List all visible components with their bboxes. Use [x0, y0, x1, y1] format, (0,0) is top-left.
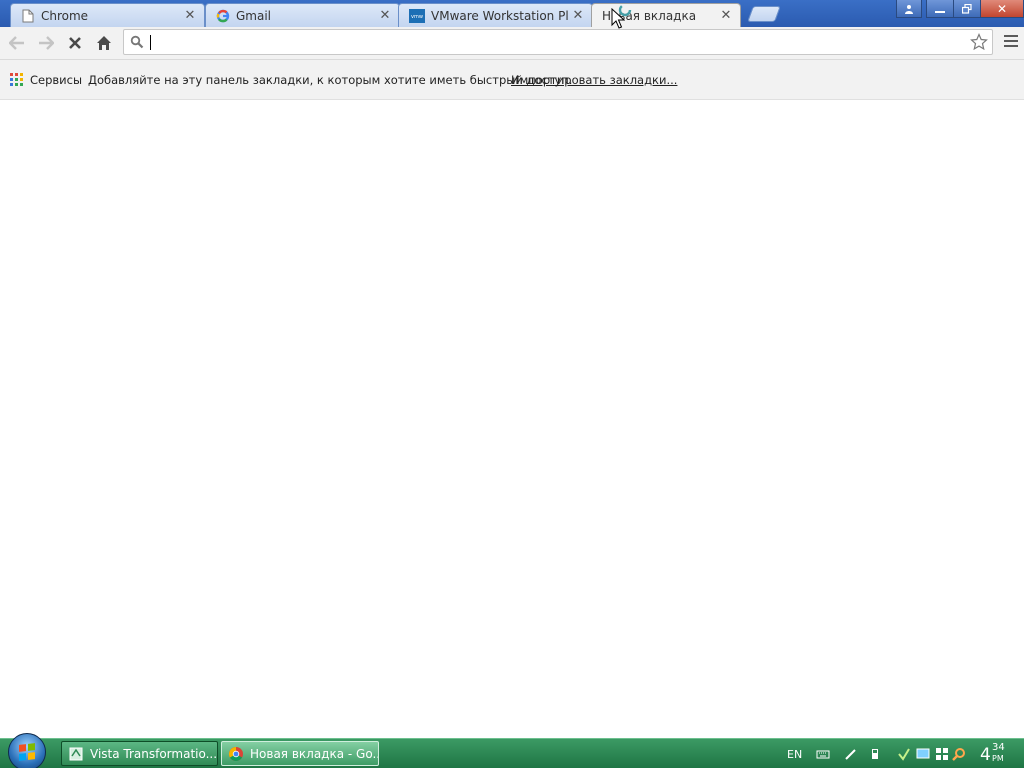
clock-hour: 4: [980, 745, 991, 765]
window-close-button[interactable]: ✕: [980, 0, 1024, 18]
screen: Chrome ✕ Gmail ✕ vmw VMware Workstation …: [0, 0, 1024, 768]
new-tab-button[interactable]: [747, 6, 781, 22]
search-icon: [130, 35, 144, 49]
bookmarks-bar: Сервисы Добавляйте на эту панель закладк…: [0, 60, 1024, 100]
page-icon: [21, 9, 35, 23]
taskbar-item-label: Vista Transformatio...: [90, 746, 218, 761]
tab-strip: Chrome ✕ Gmail ✕ vmw VMware Workstation …: [0, 0, 1024, 27]
taskbar: Vista Transformatio... Новая вкладка - G…: [0, 733, 1024, 768]
start-button[interactable]: [8, 733, 46, 768]
restore-button[interactable]: [953, 0, 981, 18]
stop-icon: [69, 37, 81, 49]
language-indicator[interactable]: EN: [787, 748, 802, 761]
menu-icon[interactable]: [1004, 35, 1018, 49]
forward-button[interactable]: [34, 31, 58, 55]
mouse-cursor-icon: [611, 8, 625, 29]
tab-title: Chrome: [41, 8, 89, 23]
back-button[interactable]: [5, 31, 29, 55]
monitor-icon[interactable]: [916, 747, 930, 761]
taskbar-item-chrome[interactable]: Новая вкладка - Go...: [221, 741, 379, 766]
clock-ampm: PM: [992, 754, 1004, 763]
minimize-button[interactable]: [926, 0, 954, 18]
taskbar-item-label: Новая вкладка - Go...: [250, 746, 379, 761]
address-input[interactable]: [150, 33, 960, 51]
tab-title: VMware Workstation Player: [431, 8, 568, 23]
back-arrow-icon: [9, 36, 24, 50]
import-bookmarks-link[interactable]: Импортировать закладки...: [511, 73, 677, 87]
tab-close-icon[interactable]: ✕: [184, 9, 196, 22]
tab-close-icon[interactable]: ✕: [720, 9, 732, 22]
grid-icon[interactable]: [935, 747, 949, 761]
toolbar: [0, 27, 1024, 60]
tab-chrome[interactable]: Chrome ✕: [10, 3, 205, 27]
star-icon[interactable]: [970, 33, 988, 51]
bookmarks-hint: Добавляйте на эту панель закладки, к кот…: [88, 73, 573, 87]
text-caret: [150, 35, 151, 50]
home-icon: [97, 36, 111, 50]
clock-minute: 34: [992, 742, 1005, 753]
windows-logo-icon: [19, 743, 35, 761]
tab-vmware[interactable]: vmw VMware Workstation Player ✕: [398, 3, 593, 27]
vmware-icon: vmw: [409, 8, 425, 23]
omnibox[interactable]: [123, 29, 993, 55]
vista-transformation-icon: [69, 747, 83, 760]
tab-gmail[interactable]: Gmail ✕: [205, 3, 400, 27]
usb-icon[interactable]: [868, 747, 882, 761]
user-icon[interactable]: [896, 0, 922, 18]
close-icon: ✕: [996, 1, 1008, 16]
search-icon[interactable]: [952, 747, 966, 761]
tab-title: Gmail: [236, 8, 272, 23]
google-icon: [216, 9, 230, 23]
minimize-icon: [935, 10, 945, 13]
pen-icon[interactable]: [844, 747, 858, 761]
tab-close-icon[interactable]: ✕: [379, 9, 391, 22]
network-icon[interactable]: [897, 747, 911, 761]
page-content[interactable]: [0, 100, 1024, 738]
taskbar-item-vista-transformation[interactable]: Vista Transformatio...: [61, 741, 218, 766]
tab-close-icon[interactable]: ✕: [572, 9, 584, 22]
apps-icon[interactable]: [10, 73, 23, 86]
forward-arrow-icon: [39, 36, 54, 50]
apps-shortcut-label[interactable]: Сервисы: [30, 73, 82, 87]
svg-text:vmw: vmw: [411, 14, 423, 20]
home-button[interactable]: [92, 31, 116, 55]
stop-button[interactable]: [63, 31, 87, 55]
keyboard-icon[interactable]: [816, 747, 830, 761]
restore-icon: [962, 3, 972, 14]
chrome-icon: [229, 746, 243, 761]
